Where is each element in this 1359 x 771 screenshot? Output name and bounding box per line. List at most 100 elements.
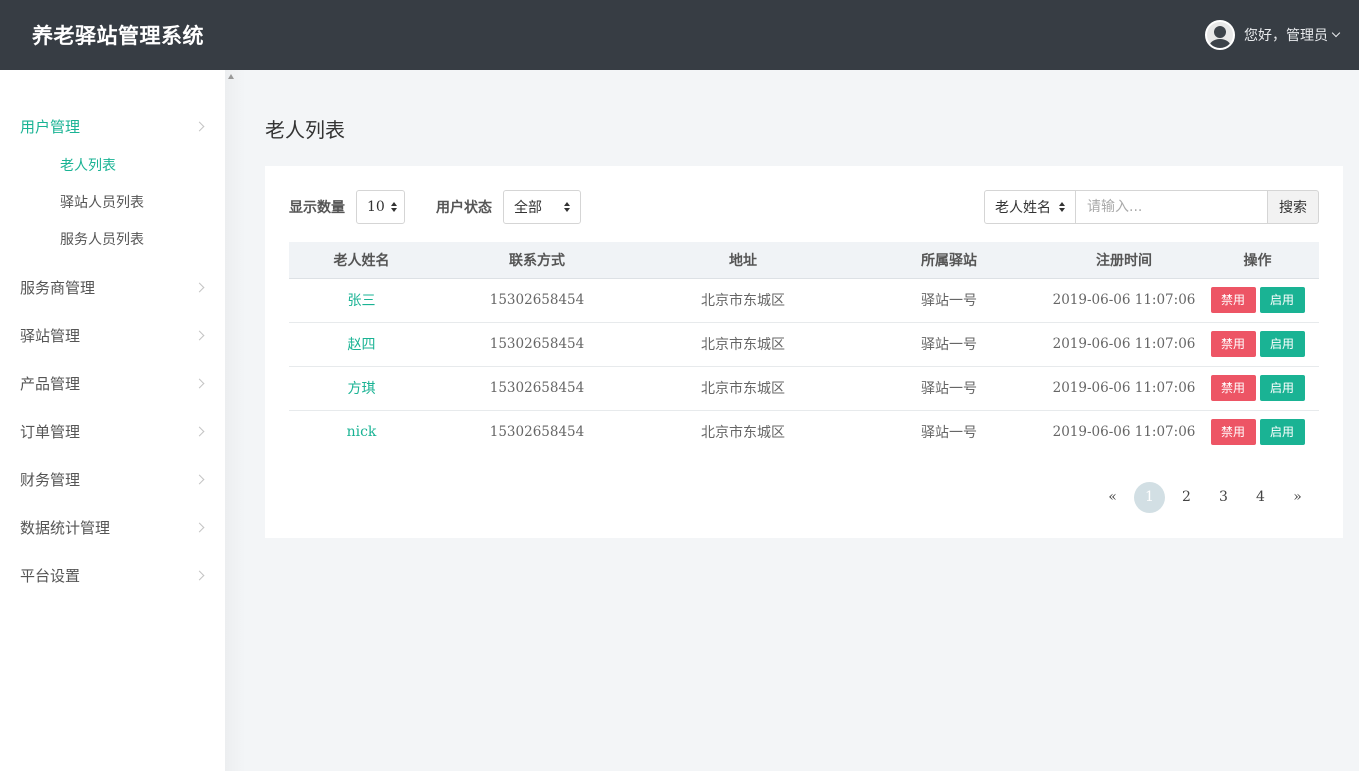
search-bar: 老人姓名 搜索 [984,190,1319,224]
disable-button[interactable]: 禁用 [1210,375,1256,401]
user-status-value: 全部 [514,200,542,216]
table-row: 张三 15302658454 北京市东城区 驿站一号 2019-06-06 11… [289,278,1319,322]
sidebar-item-stats-mgmt[interactable]: 数据统计管理 [0,507,225,555]
cell-address: 北京市东城区 [701,425,785,442]
page-button-2[interactable]: 2 [1171,482,1202,513]
sidebar-item-label: 产品管理 [20,375,81,393]
select-arrows-icon [390,202,397,212]
cell-name: 赵四 [289,322,434,366]
table-row: 方琪 15302658454 北京市东城区 驿站一号 2019-06-06 11… [289,366,1319,410]
page-prev-button[interactable]: « [1097,482,1128,513]
sidebar-subitem-station-staff-list[interactable]: 驿站人员列表 [0,185,225,222]
cell-phone: 15302658454 [489,292,585,308]
disable-button[interactable]: 禁用 [1210,287,1256,313]
search-button[interactable]: 搜索 [1268,190,1319,224]
select-arrows-icon [564,202,570,212]
user-status-select[interactable]: 全部 [503,190,581,224]
cell-actions: 禁用 启用 [1196,366,1319,410]
cell-station: 驿站一号 [921,425,977,442]
sidebar-item-user-mgmt[interactable]: 用户管理 [0,106,225,154]
user-menu[interactable]: 您好，管理员 [1205,20,1341,50]
cell-address: 北京市东城区 [701,293,785,309]
chevron-right-icon [194,426,205,437]
column-header-actions: 操作 [1243,252,1272,269]
chevron-down-icon [1331,28,1341,38]
sidebar-item-label: 驿站管理 [20,327,81,345]
sidebar: 用户管理 老人列表 驿站人员列表 服务人员列表 服务商管理 驿站管理 产品管理 … [0,70,225,771]
column-header-phone[interactable]: 联系方式 [434,242,640,278]
sidebar-item-provider-mgmt[interactable]: 服务商管理 [0,267,225,315]
cell-address: 北京市东城区 [701,381,785,397]
table-header-row: 老人姓名 联系方式 地址 所属驿站 注册时间 操作 [289,242,1319,278]
chevron-right-icon [194,522,205,533]
cell-phone: 15302658454 [489,336,585,352]
elder-name-link[interactable]: nick [347,424,377,440]
sidebar-shadow [225,70,245,771]
chevron-right-icon [194,378,205,389]
page-size-value: 10 [367,199,385,215]
chevron-right-icon [194,121,205,132]
cell-actions: 禁用 启用 [1196,278,1319,322]
chevron-right-icon [194,330,205,341]
cell-station: 驿站一号 [921,337,977,353]
elder-name-link[interactable]: 张三 [348,293,376,309]
column-header-station[interactable]: 所属驿站 [846,242,1052,278]
disable-button[interactable]: 禁用 [1210,331,1256,357]
chevron-right-icon [194,570,205,581]
enable-button[interactable]: 启用 [1259,287,1305,313]
column-header-name[interactable]: 老人姓名 [289,242,434,278]
sidebar-subitem-service-staff-list[interactable]: 服务人员列表 [0,222,225,259]
select-arrows-icon [1059,202,1065,212]
count-label: 显示数量 [289,200,345,216]
column-header-time[interactable]: 注册时间 [1052,242,1196,278]
cell-name: 张三 [289,278,434,322]
pagination: « 1 2 3 4 » [1091,482,1313,513]
page-size-select[interactable]: 10 [356,190,405,224]
sidebar-submenu: 老人列表 驿站人员列表 服务人员列表 [0,148,225,259]
sidebar-item-label: 数据统计管理 [20,519,111,537]
sidebar-item-finance-mgmt[interactable]: 财务管理 [0,459,225,507]
chevron-right-icon [194,474,205,485]
column-header-address[interactable]: 地址 [640,242,846,278]
cell-time: 2019-06-06 11:07:06 [1052,380,1196,396]
content-card: 显示数量 10 用户状态 全部 老人姓名 搜索 老人姓名 联系方式 地址 所属驿… [265,166,1343,538]
chevron-right-icon [194,282,205,293]
page-button-4[interactable]: 4 [1245,482,1276,513]
table-row: 赵四 15302658454 北京市东城区 驿站一号 2019-06-06 11… [289,322,1319,366]
table-row: nick 15302658454 北京市东城区 驿站一号 2019-06-06 … [289,410,1319,454]
sidebar-item-product-mgmt[interactable]: 产品管理 [0,363,225,411]
cell-time: 2019-06-06 11:07:06 [1052,424,1196,441]
enable-button[interactable]: 启用 [1259,331,1305,357]
disable-button[interactable]: 禁用 [1210,419,1256,446]
enable-button[interactable]: 启用 [1259,375,1305,401]
page-next-button[interactable]: » [1282,482,1313,513]
sidebar-item-label: 订单管理 [20,423,81,441]
search-field-select[interactable]: 老人姓名 [984,190,1076,224]
cell-name: nick [289,410,434,454]
cell-phone: 15302658454 [489,424,585,441]
top-header: 养老驿站管理系统 您好，管理员 [0,0,1359,70]
cell-time: 2019-06-06 11:07:06 [1052,336,1196,352]
elder-name-link[interactable]: 赵四 [348,337,376,353]
cell-actions: 禁用 启用 [1196,322,1319,366]
cell-phone: 15302658454 [489,380,585,396]
cell-station: 驿站一号 [921,293,977,309]
sidebar-item-platform-settings[interactable]: 平台设置 [0,555,225,603]
filter-bar: 显示数量 10 用户状态 全部 [289,190,581,224]
scroll-up-icon[interactable] [228,74,234,79]
page-button-3[interactable]: 3 [1208,482,1239,513]
search-input[interactable] [1076,190,1268,224]
cell-time: 2019-06-06 11:07:06 [1052,292,1196,308]
sidebar-item-station-mgmt[interactable]: 驿站管理 [0,315,225,363]
enable-button[interactable]: 启用 [1259,419,1305,446]
sidebar-item-order-mgmt[interactable]: 订单管理 [0,411,225,459]
elder-table: 老人姓名 联系方式 地址 所属驿站 注册时间 操作 张三 15302658454… [289,242,1319,454]
sidebar-item-label: 服务商管理 [20,279,96,297]
sidebar-item-label: 财务管理 [20,471,81,489]
user-greeting: 您好，管理员 [1244,28,1328,44]
elder-name-link[interactable]: 方琪 [348,381,376,397]
sidebar-item-label: 用户管理 [20,118,81,136]
cell-address: 北京市东城区 [701,337,785,353]
search-field-value: 老人姓名 [995,200,1051,216]
page-button-1[interactable]: 1 [1134,482,1165,513]
